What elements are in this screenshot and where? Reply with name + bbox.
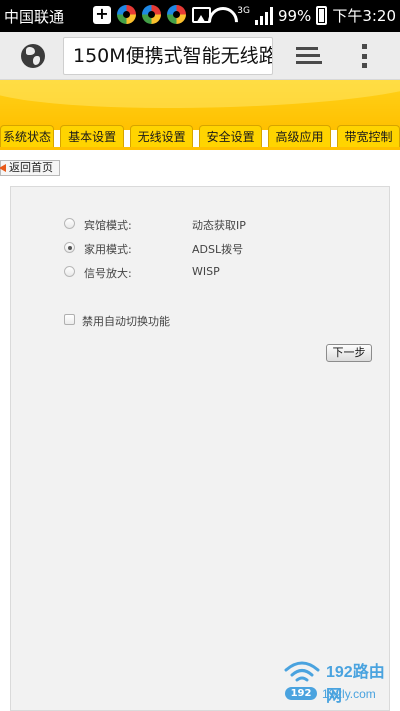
app-notification-icon [167,5,186,24]
tab-security-settings[interactable]: 安全设置 [199,125,263,148]
mode-value: WISP [192,265,220,278]
globe-icon[interactable] [21,44,45,68]
watermark-badge: 192 [285,687,317,700]
radio-button[interactable] [64,266,75,277]
battery-percent: 99% [277,6,312,25]
mode-label: 家用模式: [84,243,132,256]
mode-label: 宾馆模式: [84,219,132,232]
clock: 下午3:20 [332,7,396,25]
network-type: 3G [237,5,250,16]
app-notification-icon [142,5,161,24]
router-header-banner [0,80,400,130]
back-home-link[interactable]: 返回首页 [0,160,60,176]
auto-switch-option[interactable]: 禁用自动切换功能 [64,312,264,328]
system-status-icons: 3G 99% 下午3:20 [208,5,396,26]
back-arrow-icon [0,164,6,172]
tab-basic-settings[interactable]: 基本设置 [60,125,125,148]
radio-button[interactable] [64,218,75,229]
radio-button-selected[interactable] [64,242,75,253]
battery-icon [316,6,328,25]
mode-option-signal-boost[interactable]: 信号放大: WISP [64,264,384,280]
tabs-icon[interactable] [296,46,322,66]
mode-settings-panel: 宾馆模式: 动态获取IP 家用模式: ADSL拨号 信号放大: WISP 禁用自… [10,186,390,711]
mode-option-hotel[interactable]: 宾馆模式: 动态获取IP [64,216,384,232]
mode-value: ADSL拨号 [192,243,244,256]
notification-icons: + [93,5,211,24]
app-notification-icon [117,5,136,24]
main-nav: 系统状态 基本设置 无线设置 安全设置 高级应用 带宽控制 [0,125,400,148]
browser-toolbar: 150M便携式智能无线路由器 [0,32,400,80]
wifi-icon [208,7,232,25]
signal-icon [254,6,273,25]
tab-system-status[interactable]: 系统状态 [0,125,55,148]
nav-underline [0,147,400,150]
mode-option-home[interactable]: 家用模式: ADSL拨号 [64,240,384,256]
tab-bandwidth-control[interactable]: 带宽控制 [337,125,400,148]
status-bar: 中国联通 + 3G 99% 下午3:20 [0,0,400,32]
auto-switch-checkbox[interactable] [64,314,75,325]
mode-value: 动态获取IP [192,219,246,232]
tab-wireless-settings[interactable]: 无线设置 [130,125,194,148]
back-home-label: 返回首页 [9,161,53,174]
watermark-url: 192ly.com [322,687,376,701]
carrier-name: 中国联通 [4,8,65,26]
next-button[interactable]: 下一步 [326,344,372,362]
plus-icon: + [93,5,111,24]
site-watermark: 192路由网 192 192ly.com [282,654,398,708]
auto-switch-label: 禁用自动切换功能 [82,315,170,328]
mode-label: 信号放大: [84,267,132,280]
tab-advanced[interactable]: 高级应用 [268,125,332,148]
overflow-menu-icon[interactable] [362,44,368,68]
address-bar[interactable]: 150M便携式智能无线路由器 [63,37,273,75]
wifi-logo-icon [284,661,320,682]
